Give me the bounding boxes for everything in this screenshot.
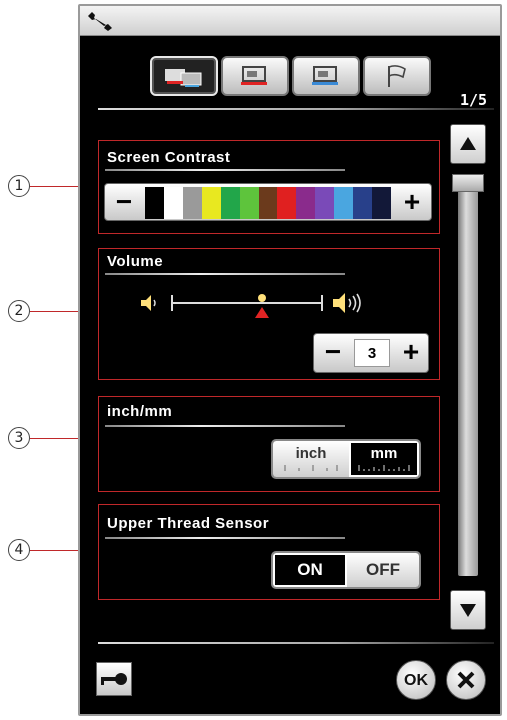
settings-screen: 1/5 Screen Contrast − + Volume − 3 + inc… xyxy=(78,4,502,716)
arrow-down-icon xyxy=(460,604,476,617)
callout-3: 3 xyxy=(8,427,30,449)
thread-sensor-title: Upper Thread Sensor xyxy=(107,515,270,532)
scroll-thumb[interactable] xyxy=(452,174,484,192)
mm-ruler-icon xyxy=(358,465,410,471)
scroll-down-button[interactable] xyxy=(450,590,486,630)
thread-sensor-on-option[interactable]: ON xyxy=(273,553,347,587)
key-button[interactable] xyxy=(96,662,132,696)
thread-sensor-toggle: ON OFF xyxy=(271,551,421,589)
volume-underline xyxy=(105,273,345,275)
tab-language[interactable] xyxy=(363,56,431,96)
volume-slider-knob[interactable] xyxy=(258,294,266,302)
language-flag-icon xyxy=(388,65,406,87)
inch-ruler-icon xyxy=(284,465,338,471)
units-title: inch/mm xyxy=(107,403,173,420)
settings-tabs xyxy=(150,56,435,96)
contrast-swatch[interactable] xyxy=(220,187,240,219)
screen-contrast-title: Screen Contrast xyxy=(107,149,231,166)
speaker-high-icon xyxy=(333,293,361,313)
volume-plus-button[interactable]: + xyxy=(394,336,428,370)
contrast-swatch[interactable] xyxy=(334,187,354,219)
footer-divider xyxy=(98,642,494,644)
screen-contrast-underline xyxy=(105,169,345,171)
contrast-swatch[interactable] xyxy=(296,187,316,219)
contrast-swatch[interactable] xyxy=(182,187,202,219)
arrow-up-icon xyxy=(460,137,476,150)
contrast-swatch[interactable] xyxy=(145,187,164,219)
header-divider xyxy=(98,108,494,110)
contrast-swatch[interactable] xyxy=(277,187,297,219)
volume-section: Volume − 3 + xyxy=(98,248,440,380)
mm-label: mm xyxy=(370,445,398,462)
contrast-swatch[interactable] xyxy=(372,187,391,219)
thread-sensor-underline xyxy=(105,537,345,539)
contrast-swatches xyxy=(145,187,391,219)
sewing-settings-icon xyxy=(241,66,267,85)
scroll-track[interactable] xyxy=(458,176,478,576)
scroll-up-button[interactable] xyxy=(450,124,486,164)
page-indicator: 1/5 xyxy=(460,91,488,109)
speaker-low-icon xyxy=(141,295,156,311)
contrast-swatch[interactable] xyxy=(163,187,183,219)
tab-common-settings[interactable] xyxy=(150,56,218,96)
callout-4: 4 xyxy=(8,539,30,561)
units-underline xyxy=(105,425,345,427)
volume-max-tick xyxy=(321,295,323,311)
contrast-swatch[interactable] xyxy=(201,187,221,219)
tab-embroidery-settings[interactable] xyxy=(292,56,360,96)
wrench-icon xyxy=(88,12,112,31)
screen-contrast-section: Screen Contrast − + xyxy=(98,140,440,234)
volume-level-marker xyxy=(255,307,269,318)
title-bar xyxy=(80,6,500,36)
thread-sensor-off-option[interactable]: OFF xyxy=(347,553,419,587)
ok-button[interactable]: OK xyxy=(396,660,436,700)
contrast-swatch[interactable] xyxy=(239,187,259,219)
contrast-control: − + xyxy=(104,183,432,221)
close-button[interactable] xyxy=(446,660,486,700)
contrast-swatch[interactable] xyxy=(353,187,373,219)
inch-label: inch xyxy=(295,445,327,462)
thread-sensor-section: Upper Thread Sensor ON OFF xyxy=(98,504,440,600)
units-toggle: inch mm xyxy=(271,439,421,479)
inch-option[interactable]: inch xyxy=(273,441,349,477)
callout-2: 2 xyxy=(8,300,30,322)
units-section: inch/mm inch mm xyxy=(98,396,440,492)
contrast-plus-button[interactable]: + xyxy=(395,187,429,219)
callout-1: 1 xyxy=(8,175,30,197)
tab-sewing-settings[interactable] xyxy=(221,56,289,96)
volume-stepper: − 3 + xyxy=(313,333,429,373)
volume-slider-track[interactable] xyxy=(172,302,322,304)
embroidery-settings-icon xyxy=(312,66,338,85)
key-icon xyxy=(101,673,127,685)
mm-option[interactable]: mm xyxy=(349,441,419,477)
contrast-minus-button[interactable]: − xyxy=(107,187,141,219)
contrast-swatch[interactable] xyxy=(315,187,335,219)
close-icon xyxy=(457,671,475,689)
contrast-swatch[interactable] xyxy=(258,187,278,219)
volume-value: 3 xyxy=(354,339,390,367)
volume-title: Volume xyxy=(107,253,164,270)
common-settings-icon xyxy=(165,69,202,87)
volume-minus-button[interactable]: − xyxy=(316,336,350,370)
